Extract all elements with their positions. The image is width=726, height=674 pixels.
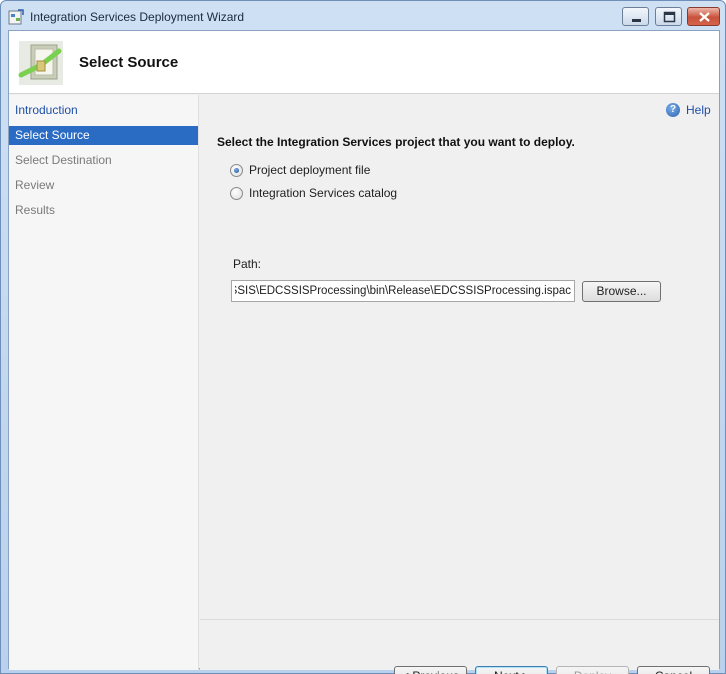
help-label: Help [686,103,711,117]
app-icon [8,9,24,25]
close-icon [699,12,710,22]
nav-item-introduction[interactable]: Introduction [9,101,198,120]
minimize-button[interactable] [622,7,649,26]
cancel-button[interactable]: Cancel [637,666,710,674]
nav-item-results: Results [15,203,56,217]
wizard-content: ? Help Select the Integration Services p… [200,95,719,674]
nav-item-select-source[interactable]: Select Source [9,126,198,145]
browse-button[interactable]: Browse... [582,281,661,302]
minimize-icon [632,19,641,22]
path-input[interactable] [231,280,575,302]
radio-label[interactable]: Project deployment file [249,163,370,177]
wizard-header: Select Source [9,31,719,94]
wizard-client-area: Select Source Introduction Select Source… [8,30,720,674]
radio-button-unchecked[interactable] [230,187,243,200]
help-icon: ? [666,103,680,117]
wizard-window: Integration Services Deployment Wizard S… [0,0,726,674]
source-prompt: Select the Integration Services project … [217,135,575,149]
previous-button[interactable]: < Previous [394,666,467,674]
nav-item-review: Review [15,178,55,192]
wizard-step-nav: Introduction Select Source Select Destin… [9,95,199,670]
radio-label[interactable]: Integration Services catalog [249,186,397,200]
close-button[interactable] [687,7,720,26]
maximize-button[interactable] [655,7,682,26]
path-label: Path: [233,257,262,271]
title-bar[interactable]: Integration Services Deployment Wizard [1,1,725,31]
footer-separator [200,619,719,620]
radio-button-checked[interactable] [230,164,243,177]
wizard-banner-icon [18,41,63,85]
deploy-button: Deploy [556,666,629,674]
page-title: Select Source [79,54,179,71]
maximize-icon [663,11,676,23]
window-title: Integration Services Deployment Wizard [30,10,245,24]
next-button[interactable]: Next > [475,666,548,674]
nav-item-select-destination: Select Destination [15,153,112,167]
